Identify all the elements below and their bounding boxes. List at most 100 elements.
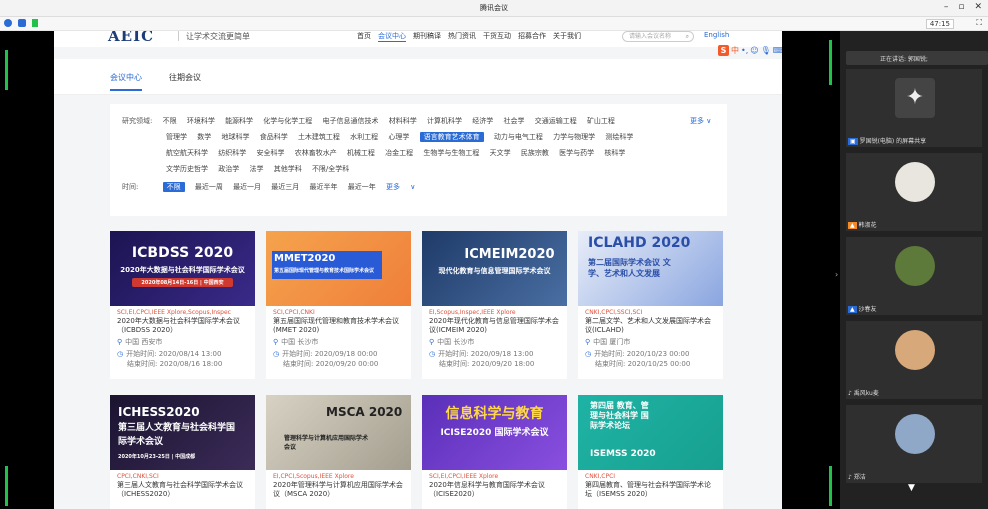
participant-tile[interactable]: ▲ 沙春友 (846, 237, 982, 315)
field-option[interactable]: 土木建筑工程 (298, 133, 340, 141)
field-option[interactable]: 地球科学 (221, 133, 249, 141)
field-option[interactable]: 力学与物理学 (553, 133, 595, 141)
card-title[interactable]: 2020年大数据与社会科学国际学术会议（ICBDSS 2020） (110, 316, 255, 335)
close-icon[interactable]: ✕ (974, 2, 982, 12)
time-option[interactable]: 最近一周 (195, 183, 223, 191)
field-option[interactable]: 文学历史哲学 (166, 165, 208, 173)
conference-card[interactable]: ICHESS2020 第三届人文教育与社会科学国际学术会议 2020年10月23… (110, 395, 255, 509)
card-banner[interactable]: ICLAHD 2020 第二届国际学术会议 文学、艺术和人文发展 (578, 231, 723, 306)
field-option[interactable]: 电子信息通信技术 (323, 117, 379, 125)
conference-card[interactable]: ICMEIM2020 现代化教育与信息管理国际学术会议 EI,Scopus,In… (422, 231, 567, 379)
time-option[interactable]: 最近半年 (310, 183, 338, 191)
conference-card[interactable]: MSCA 2020 管理科学与计算机应用国际学术会议 EI,CPCI,Scopu… (266, 395, 411, 509)
field-option-active[interactable]: 语言教育艺术体育 (419, 132, 484, 142)
field-option[interactable]: 动力与电气工程 (494, 133, 543, 141)
field-option[interactable]: 不限 (163, 117, 177, 125)
field-option[interactable]: 医学与药学 (559, 149, 594, 157)
minimize-icon[interactable]: – (944, 2, 949, 12)
field-option[interactable]: 环境科学 (187, 117, 215, 125)
participant-tile[interactable]: ♪ 郑洁 (846, 405, 982, 483)
ime-cn-icon[interactable]: 中 (731, 45, 739, 56)
info-icon[interactable] (4, 19, 12, 27)
menu-news[interactable]: 热门资讯 (448, 31, 476, 42)
field-option[interactable]: 计算机科学 (427, 117, 462, 125)
field-option[interactable]: 农林畜牧水产 (295, 149, 337, 157)
field-option[interactable]: 核科学 (604, 149, 625, 157)
field-option[interactable]: 安全科学 (256, 149, 284, 157)
conference-card[interactable]: 信息科学与教育 ICISE2020 国际学术会议 SCI,EI,CPCI,IEE… (422, 395, 567, 509)
card-title[interactable]: 第二届文学、艺术和人文发展国际学术会议(ICLAHD) (578, 316, 723, 335)
card-title[interactable]: 第四届教育、管理与社会科学国际学术论坛（ISEMSS 2020） (578, 480, 723, 499)
field-option[interactable]: 矿山工程 (587, 117, 615, 125)
signal-icon[interactable] (32, 19, 38, 27)
card-title[interactable]: 第三届人文教育与社会科学国际学术会议（ICHESS2020） (110, 480, 255, 499)
participant-tile[interactable]: ▲ 韩淑花 (846, 153, 982, 231)
field-option[interactable]: 不限/全学科 (312, 165, 349, 173)
site-logo[interactable]: AEIC (108, 31, 154, 45)
field-option[interactable]: 测绘科学 (605, 133, 633, 141)
field-option[interactable]: 民族宗教 (521, 149, 549, 157)
field-option[interactable]: 生物学与生物工程 (423, 149, 479, 157)
sogou-ime-icon[interactable]: S (718, 44, 729, 56)
card-banner[interactable]: ICHESS2020 第三届人文教育与社会科学国际学术会议 2020年10月23… (110, 395, 255, 470)
menu-conference-center[interactable]: 会议中心 (378, 31, 406, 42)
field-more-button[interactable]: 更多 ∨ (690, 116, 711, 126)
conference-card[interactable]: 第四届 教育、管理与社会科学 国际学术论坛 ISEMSS 2020 CNKI,C… (578, 395, 723, 509)
ime-punct-icon[interactable]: •, (741, 46, 748, 55)
card-title[interactable]: 2020年现代化教育与信息管理国际学术会议(ICMEIM 2020) (422, 316, 567, 335)
ime-mic-icon[interactable]: 🎙 (761, 46, 771, 55)
ime-keyboard-icon[interactable]: ⌨ (773, 46, 782, 55)
fullscreen-icon[interactable]: ⛶ (976, 18, 982, 28)
field-option[interactable]: 交通运输工程 (535, 117, 577, 125)
time-option[interactable]: 最近一月 (233, 183, 261, 191)
menu-journals[interactable]: 期刊稿译 (413, 31, 441, 42)
time-option[interactable]: 最近一年 (348, 183, 376, 191)
field-option[interactable]: 能源科学 (225, 117, 253, 125)
conference-card[interactable]: ICBDSS 2020 2020年大数据与社会科学国际学术会议 2020年08月… (110, 231, 255, 379)
collapse-panel-icon[interactable]: › (835, 270, 838, 279)
field-option[interactable]: 航空航天科学 (166, 149, 208, 157)
conference-card[interactable]: ICLAHD 2020 第二届国际学术会议 文学、艺术和人文发展 CNKI,CP… (578, 231, 723, 379)
field-option[interactable]: 材料科学 (389, 117, 417, 125)
time-option-active[interactable]: 不限 (162, 182, 185, 192)
field-option[interactable]: 其他学科 (274, 165, 302, 173)
scroll-down-icon[interactable]: ▼ (908, 483, 915, 493)
field-option[interactable]: 法学 (249, 165, 263, 173)
field-option[interactable]: 食品科学 (260, 133, 288, 141)
field-option[interactable]: 机械工程 (347, 149, 375, 157)
field-option[interactable]: 心理学 (388, 133, 409, 141)
menu-cooperation[interactable]: 招募合作 (518, 31, 546, 42)
card-banner[interactable]: 第四届 教育、管理与社会科学 国际学术论坛 ISEMSS 2020 (578, 395, 723, 470)
card-banner[interactable]: ICMEIM2020 现代化教育与信息管理国际学术会议 (422, 231, 567, 306)
field-option[interactable]: 水利工程 (350, 133, 378, 141)
menu-home[interactable]: 首页 (357, 31, 371, 42)
conference-card[interactable]: MMET2020 第五届国际现代管理与教育技术国际学术会议 SCI,CPCI,C… (266, 231, 411, 379)
card-banner[interactable]: MMET2020 第五届国际现代管理与教育技术国际学术会议 (266, 231, 411, 306)
time-option[interactable]: 最近三月 (271, 183, 299, 191)
card-banner[interactable]: ICBDSS 2020 2020年大数据与社会科学国际学术会议 2020年08月… (110, 231, 255, 306)
field-option[interactable]: 管理学 (166, 133, 187, 141)
field-option[interactable]: 纺织科学 (218, 149, 246, 157)
card-banner[interactable]: MSCA 2020 管理科学与计算机应用国际学术会议 (266, 395, 411, 470)
time-more-button[interactable]: 更多 ∨ (386, 183, 415, 191)
field-option[interactable]: 天文学 (490, 149, 511, 157)
card-title[interactable]: 2020年信息科学与教育国际学术会议（ICISE2020） (422, 480, 567, 499)
card-banner[interactable]: 信息科学与教育 ICISE2020 国际学术会议 (422, 395, 567, 470)
search-input[interactable]: 请输入会议名称 ⌕ (622, 31, 694, 42)
field-option[interactable]: 政治学 (218, 165, 239, 173)
participant-tile[interactable]: ✦ ▣ 罗国锐(电脑) 的屏幕共享 (846, 69, 982, 147)
shield-icon[interactable] (18, 19, 26, 27)
tab-conference-center[interactable]: 会议中心 (110, 72, 142, 83)
language-link[interactable]: English (704, 31, 729, 39)
maximize-icon[interactable]: ▫ (958, 2, 964, 12)
field-option[interactable]: 冶金工程 (385, 149, 413, 157)
participant-tile[interactable]: ♪ 禹风ku麦 (846, 321, 982, 399)
field-option[interactable]: 经济学 (472, 117, 493, 125)
field-option[interactable]: 数学 (197, 133, 211, 141)
card-title[interactable]: 2020年管理科学与计算机应用国际学术会议（MSCA 2020） (266, 480, 411, 499)
card-title[interactable]: 第五届国际现代管理和教育技术学术会议(MMET 2020) (266, 316, 411, 335)
search-icon[interactable]: ⌕ (686, 32, 689, 42)
ime-emoji-icon[interactable]: ☺ (750, 46, 758, 55)
tab-past-conferences[interactable]: 往期会议 (169, 72, 201, 83)
menu-about[interactable]: 关于我们 (553, 31, 581, 42)
